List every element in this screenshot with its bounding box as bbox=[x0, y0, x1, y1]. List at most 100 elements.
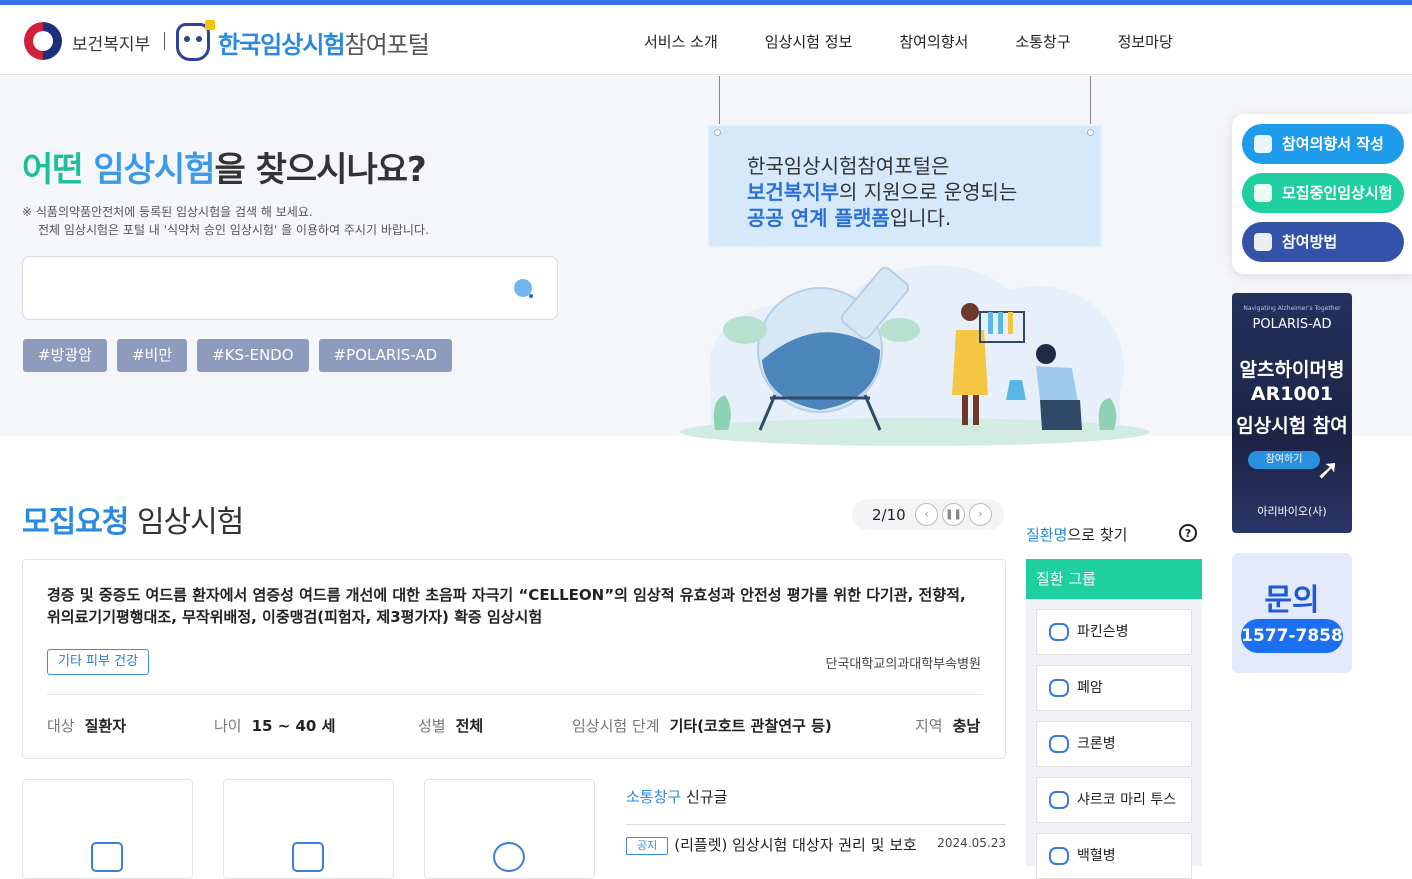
hero-title: 어떤 임상시험을 찾으시나요? bbox=[22, 142, 427, 191]
hero-title-trial: 임상시험 bbox=[93, 150, 215, 190]
nav-item-trial-info[interactable]: 임상시험 정보 bbox=[765, 31, 853, 52]
search-input[interactable] bbox=[37, 273, 507, 303]
meta-sex-key: 성별 bbox=[418, 717, 446, 735]
notice-title[interactable]: (리플렛) 임상시험 대상자 권리 및 보호 bbox=[674, 836, 917, 854]
nav-item-info[interactable]: 정보마당 bbox=[1118, 31, 1173, 52]
foot-icon bbox=[1049, 791, 1069, 809]
hashtag-bladder-cancer[interactable]: #방광암 bbox=[23, 339, 107, 372]
disease-item-parkinson[interactable]: 파킨슨병 bbox=[1036, 609, 1192, 655]
recruit-title-rest: 임상시험 bbox=[136, 505, 244, 540]
trial-title[interactable]: 경증 및 중증도 여드름 환자에서 염증성 여드름 개선에 대한 초음파 자극기… bbox=[47, 584, 967, 628]
pager-count: 2/10 bbox=[872, 506, 906, 524]
notice-item[interactable]: 공지 (리플렛) 임상시험 대상자 권리 및 보호 2024.05.23 bbox=[626, 834, 1006, 855]
quick-card-2[interactable] bbox=[223, 779, 394, 879]
write-intent-button[interactable]: 참여의향서 작성 bbox=[1242, 124, 1404, 164]
board-pin-left bbox=[714, 129, 721, 136]
nav-item-intent[interactable]: 참여의향서 bbox=[899, 31, 968, 52]
clipboard-check-icon bbox=[91, 842, 123, 872]
disease-search-heading: 질환명으로 찾기 bbox=[1026, 524, 1127, 545]
portal-logo[interactable]: 한국임상시험참여포털 bbox=[218, 25, 430, 60]
disease-item-crohn[interactable]: 크론병 bbox=[1036, 721, 1192, 767]
contact-phone[interactable]: 1577-7858 bbox=[1241, 619, 1343, 653]
board-mohw: 보건복지부 bbox=[747, 180, 839, 204]
card-divider bbox=[47, 694, 982, 695]
disease-item-lung-cancer[interactable]: 폐암 bbox=[1036, 665, 1192, 711]
banner-logo: POLARIS-AD bbox=[1252, 317, 1332, 332]
search-note-2: 전체 임상시험은 포털 내 '식약처 승인 임상시험' 을 이용하여 주시기 바… bbox=[38, 223, 429, 237]
medical-kit-icon bbox=[292, 842, 324, 872]
meta-target: 대상 질환자 bbox=[47, 715, 126, 736]
polaris-ad-banner[interactable]: Navigating Alzheimer's Together POLARIS-… bbox=[1232, 293, 1352, 533]
main-nav: 서비스 소개 임상시험 정보 참여의향서 소통창구 정보마당 bbox=[644, 31, 1220, 52]
test-tube-1 bbox=[988, 312, 993, 334]
meta-phase-key: 임상시험 단계 bbox=[572, 717, 660, 735]
meta-age: 나이 15 ~ 40 세 bbox=[214, 715, 335, 736]
how-to-participate-button[interactable]: 참여방법 bbox=[1242, 222, 1404, 262]
meta-age-value: 15 ~ 40 세 bbox=[251, 717, 336, 735]
meta-region: 지역 충남 bbox=[915, 715, 980, 736]
pill-bottle-icon bbox=[1254, 184, 1272, 202]
person1-leg bbox=[962, 395, 968, 425]
person1-dress bbox=[952, 330, 988, 395]
site-header: 보건복지부 한국임상시험참여포털 서비스 소개 임상시험 정보 참여의향서 소통… bbox=[0, 5, 1412, 75]
write-intent-label: 참여의향서 작성 bbox=[1282, 135, 1384, 153]
ministry-name[interactable]: 보건복지부 bbox=[72, 30, 150, 55]
heart-hands-icon bbox=[493, 842, 525, 872]
disease-label: 파킨슨병 bbox=[1077, 624, 1129, 640]
leaf-left bbox=[723, 316, 767, 344]
contact-box: 문의 1577-7858 bbox=[1232, 553, 1352, 673]
pager-next-button[interactable]: › bbox=[969, 503, 992, 526]
blood-cells-icon bbox=[1049, 847, 1069, 865]
notice-divider bbox=[626, 824, 1006, 825]
meta-phase-value: 기타(코호트 관찰연구 등) bbox=[669, 717, 832, 735]
help-icon[interactable]: ? bbox=[1179, 524, 1197, 542]
meta-region-value: 충남 bbox=[952, 717, 981, 735]
meta-target-key: 대상 bbox=[47, 717, 75, 735]
notice-badge: 공지 bbox=[626, 836, 669, 855]
notice-heading: 소통창구 신규글 bbox=[626, 786, 727, 807]
recruiting-trials-label: 모집중인임상시험 bbox=[1282, 184, 1393, 202]
disease-group-tab[interactable]: 질환 그룹 bbox=[1026, 559, 1202, 599]
trial-card[interactable]: 경증 및 중증도 여드름 환자에서 염증성 여드름 개선에 대한 초음파 자극기… bbox=[22, 559, 1006, 759]
quick-card-3[interactable] bbox=[424, 779, 595, 879]
pager-prev-button[interactable]: ‹ bbox=[915, 503, 938, 526]
notice-date: 2024.05.23 bbox=[937, 836, 1006, 850]
nav-item-service[interactable]: 서비스 소개 bbox=[644, 31, 718, 52]
recruit-title-bold: 모집요청 bbox=[22, 505, 129, 540]
board-line-2: 보건복지부의 지원으로 운영되는 bbox=[747, 176, 1017, 205]
disease-item-leukemia[interactable]: 백혈병 bbox=[1036, 833, 1192, 879]
test-tube-3 bbox=[1008, 312, 1013, 334]
search-icon[interactable] bbox=[514, 279, 533, 298]
meta-phase: 임상시험 단계 기타(코호트 관찰연구 등) bbox=[572, 715, 832, 736]
recruit-section-title: 모집요청 임상시험 bbox=[22, 497, 244, 541]
hero-title-rest: 을 찾으시나요? bbox=[214, 150, 427, 190]
meta-age-key: 나이 bbox=[214, 717, 242, 735]
nav-item-community[interactable]: 소통창구 bbox=[1015, 31, 1070, 52]
search-note-1: ※ 식품의약품안전처에 등록된 임상시험을 검색 해 보세요. bbox=[22, 205, 313, 219]
portal-logo-light: 참여포털 bbox=[344, 31, 429, 59]
meta-target-value: 질환자 bbox=[84, 717, 127, 735]
notice-heading-bold[interactable]: 소통창구 bbox=[626, 788, 681, 806]
mohw-logo[interactable] bbox=[24, 22, 62, 60]
trial-category-badge: 기타 피부 건강 bbox=[47, 649, 150, 675]
lab-illustration bbox=[680, 265, 1150, 446]
disease-label: 샤르코 마리 투스 bbox=[1077, 792, 1177, 808]
board-line-3-text: 입니다. bbox=[889, 206, 952, 230]
disease-item-cmt[interactable]: 샤르코 마리 투스 bbox=[1036, 777, 1192, 823]
contact-title: 문의 bbox=[1264, 583, 1320, 618]
hashtag-ks-endo[interactable]: #KS-ENDO bbox=[197, 339, 309, 372]
hashtag-polaris-ad[interactable]: #POLARIS-AD bbox=[318, 339, 453, 372]
intestine-icon bbox=[1049, 735, 1069, 753]
pager-pause-button[interactable]: ❚❚ bbox=[942, 503, 965, 526]
lungs-icon bbox=[1049, 679, 1069, 697]
hashtag-obesity[interactable]: #비만 bbox=[116, 339, 188, 372]
meta-region-key: 지역 bbox=[915, 717, 943, 735]
banner-participate-button[interactable]: 참여하기 bbox=[1248, 451, 1320, 469]
trial-institution: 단국대학교의과대학부속병원 bbox=[825, 657, 981, 672]
notice-heading-rest: 신규글 bbox=[685, 788, 728, 806]
disease-label: 크론병 bbox=[1077, 736, 1116, 752]
quick-card-1[interactable] bbox=[22, 779, 193, 879]
person1-leg2 bbox=[973, 395, 979, 425]
board-line-1: 한국임상시험참여포털은 bbox=[747, 154, 950, 178]
recruiting-trials-button[interactable]: 모집중인임상시험 bbox=[1242, 173, 1404, 213]
